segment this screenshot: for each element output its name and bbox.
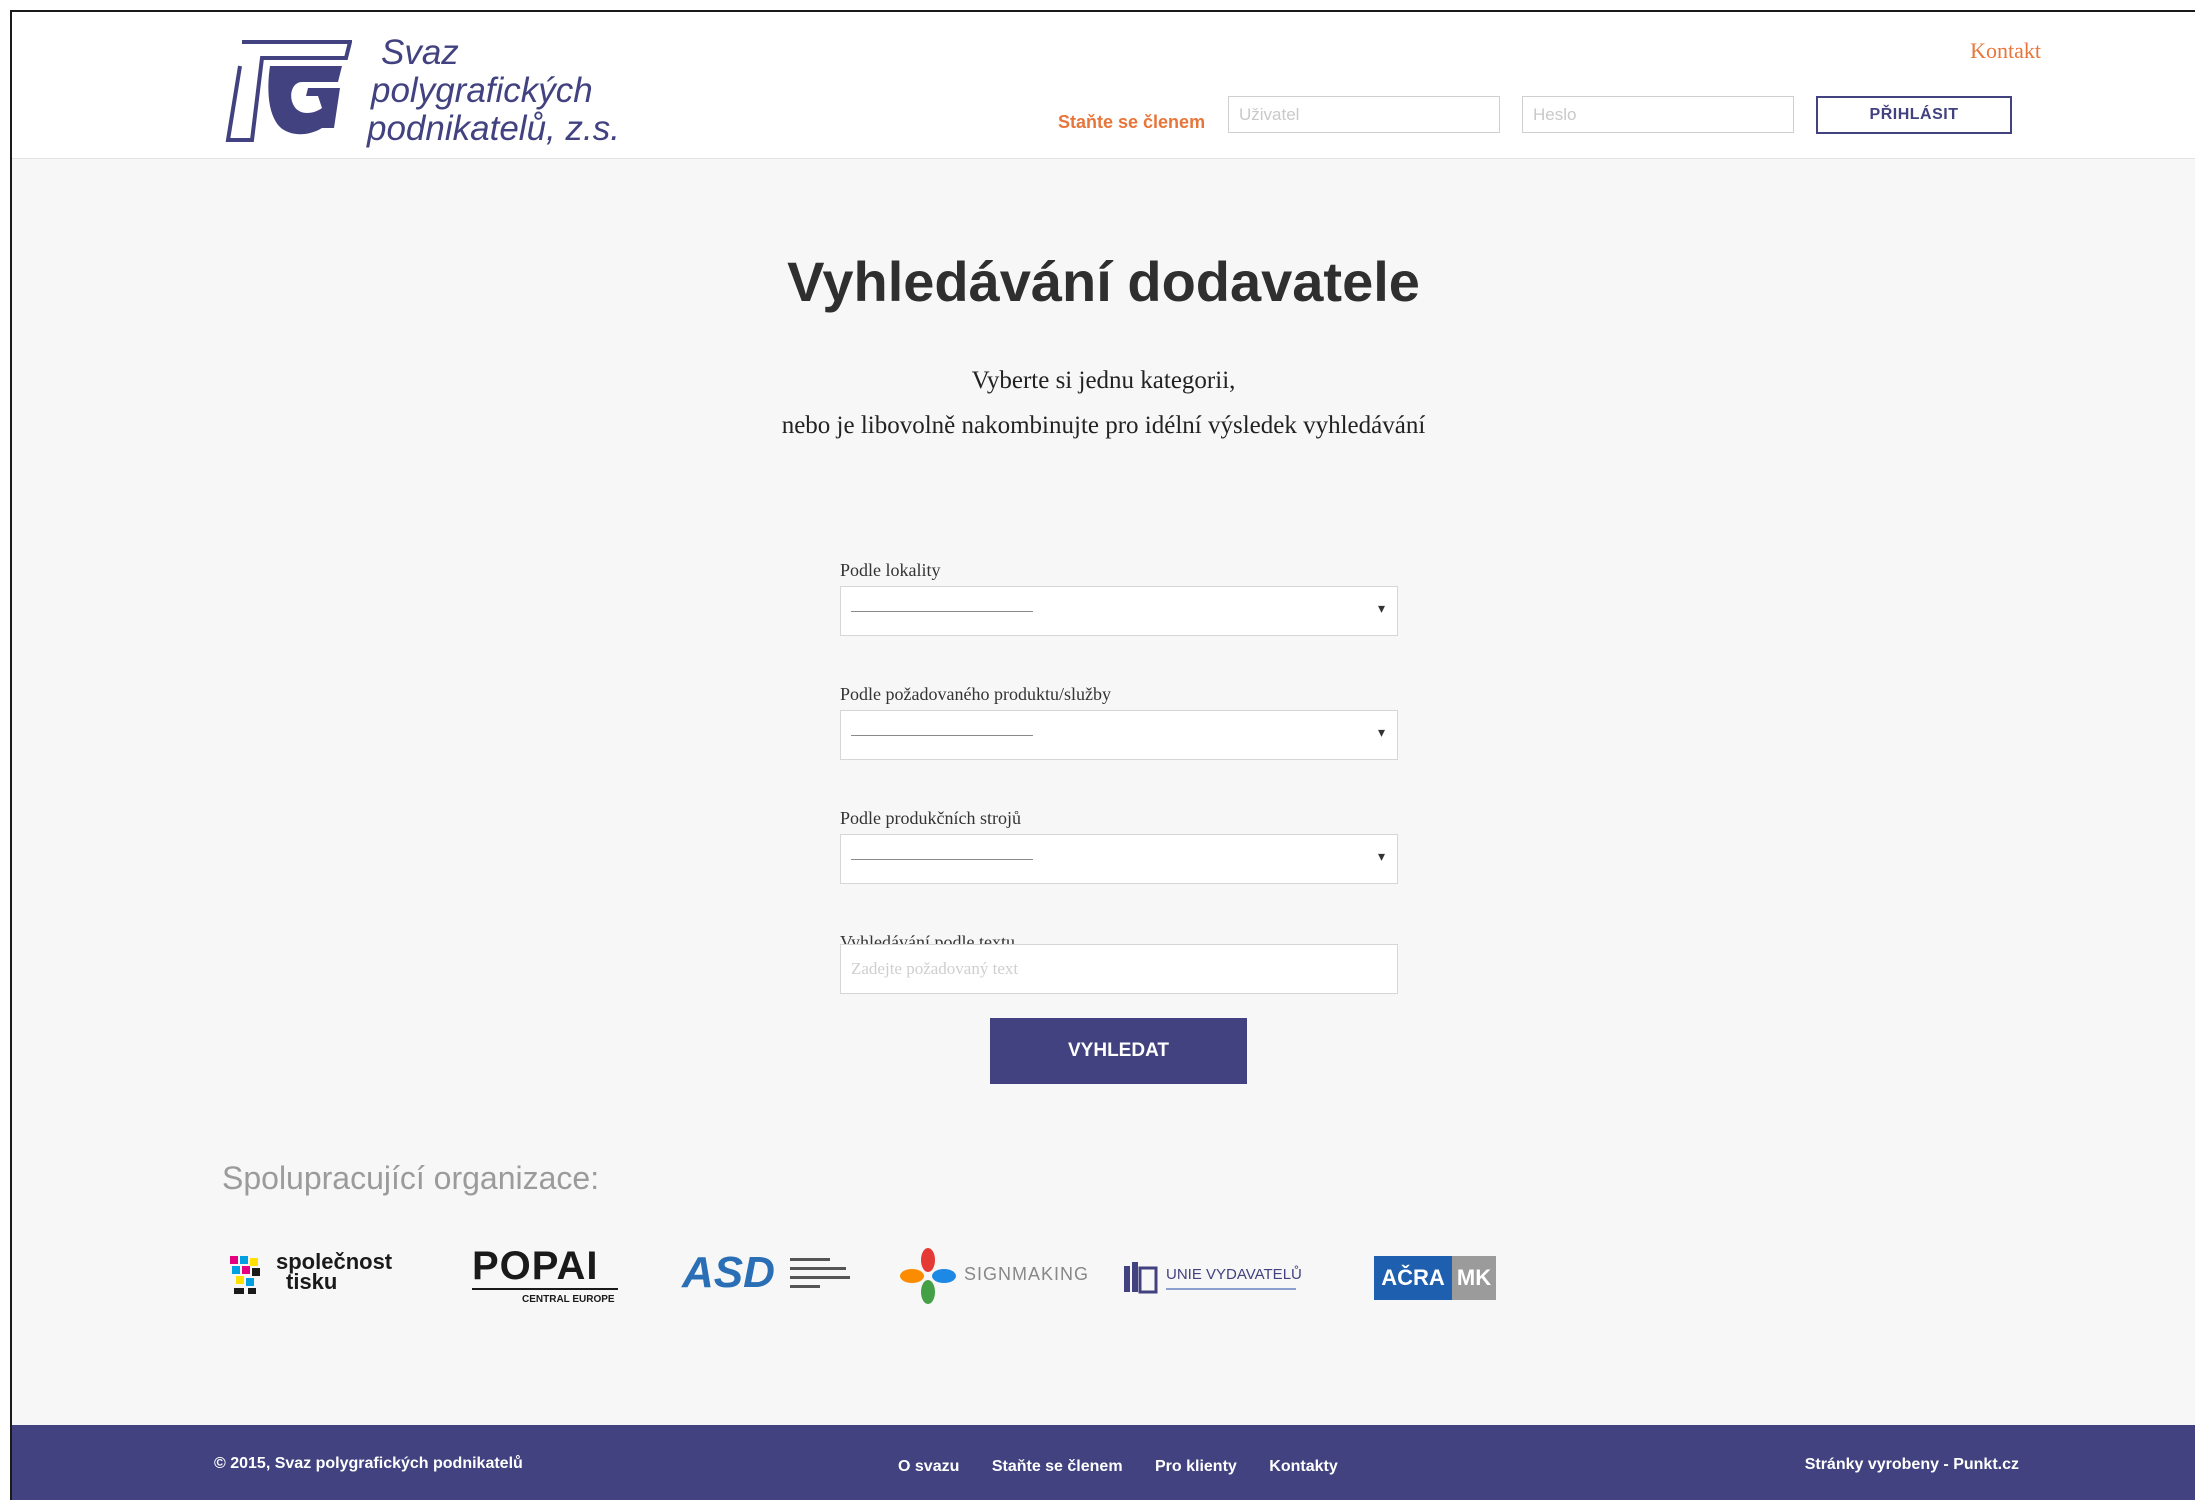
- machines-label: Podle produkčních strojů: [840, 808, 1021, 828]
- partner-logo-signmaking[interactable]: SIGNMAKING: [898, 1242, 1088, 1312]
- footer-link-pro-klienty[interactable]: Pro klienty: [1155, 1458, 1237, 1475]
- popai-divider: [472, 1288, 618, 1290]
- product-service-select[interactable]: ▾: [840, 710, 1398, 760]
- unie-tagline: [1166, 1288, 1296, 1290]
- product-service-label: Podle požadovaného produktu/služby: [840, 684, 1111, 704]
- mk-text: MK: [1452, 1256, 1496, 1300]
- footer-link-stante-se-clenem[interactable]: Staňte se členem: [992, 1458, 1123, 1475]
- location-select[interactable]: ▾: [840, 586, 1398, 636]
- asd-tagline: [790, 1258, 850, 1288]
- page-title: Vyhledávání dodavatele: [787, 250, 1420, 313]
- username-input[interactable]: [1228, 96, 1500, 133]
- text-search-input[interactable]: [840, 944, 1398, 994]
- svaz-logo-icon: [225, 40, 352, 142]
- cmyk-dots-icon: [230, 1256, 260, 1294]
- contact-link[interactable]: Kontakt: [1970, 38, 2041, 64]
- logo-line-3: podnikatelů, z.s.: [367, 109, 620, 148]
- partner-logo-asd[interactable]: ASD: [682, 1242, 862, 1312]
- site-header: Svaz polygrafických podnikatelů, z.s. Ko…: [12, 12, 2195, 159]
- popai-text: POPAI: [472, 1244, 599, 1288]
- partner-logo-unie-vydavatelu[interactable]: UNIE VYDAVATELŮ: [1122, 1242, 1312, 1312]
- acra-text: AČRA: [1374, 1256, 1452, 1300]
- site-logo[interactable]: Svaz polygrafických podnikatelů, z.s.: [222, 28, 642, 158]
- password-input[interactable]: [1522, 96, 1794, 133]
- page-frame: Svaz polygrafických podnikatelů, z.s. Ko…: [10, 10, 2195, 1500]
- dropdown-arrow-icon: ▾: [1377, 600, 1385, 616]
- footer-credit[interactable]: Stránky vyrobeny - Punkt.cz: [1805, 1456, 2019, 1474]
- login-button[interactable]: PŘIHLÁSIT: [1816, 96, 2012, 134]
- partner-line: tisku: [286, 1269, 338, 1294]
- partners-heading: Spolupracující organizace:: [222, 1160, 600, 1196]
- search-button[interactable]: VYHLEDAT: [990, 1018, 1247, 1084]
- logo-line-2: polygrafických: [371, 71, 593, 110]
- site-footer: © 2015, Svaz polygrafických podnikatelů …: [12, 1425, 2195, 1500]
- footer-link-kontakty[interactable]: Kontakty: [1269, 1458, 1337, 1475]
- unie-books-icon: [1124, 1262, 1158, 1294]
- machines-select[interactable]: ▾: [840, 834, 1398, 884]
- popai-sub: CENTRAL EUROPE: [522, 1294, 615, 1305]
- location-label: Podle lokality: [840, 560, 941, 580]
- dropdown-arrow-icon: ▾: [1377, 724, 1385, 740]
- page-subtitle: Vyberte si jednu kategorii, nebo je libo…: [12, 358, 2195, 448]
- signmaking-text: SIGNMAKING: [964, 1264, 1090, 1284]
- subtitle-line-2: nebo je libovolně nakombinujte pro idéln…: [781, 412, 1426, 439]
- dropdown-arrow-icon: ▾: [1377, 848, 1385, 864]
- partner-text: společnost tisku: [276, 1251, 392, 1294]
- select-placeholder-line: [851, 611, 1033, 612]
- footer-copyright: © 2015, Svaz polygrafických podnikatelů: [214, 1455, 523, 1472]
- footer-link-o-svazu[interactable]: O svazu: [898, 1458, 959, 1475]
- select-placeholder-line: [851, 735, 1033, 736]
- signmaking-petals-icon: [900, 1248, 956, 1304]
- partner-logo-spolecnost-tisku[interactable]: společnost tisku: [226, 1242, 416, 1312]
- select-placeholder-line: [851, 859, 1033, 860]
- logo-line-1: Svaz: [381, 33, 459, 72]
- footer-nav: O svazu Staňte se členem Pro klienty Kon…: [898, 1458, 1366, 1476]
- partner-logo-popai[interactable]: POPAI CENTRAL EUROPE: [472, 1242, 622, 1312]
- unie-text: UNIE VYDAVATELŮ: [1166, 1266, 1302, 1283]
- logo-text: Svaz polygrafických podnikatelů, z.s.: [367, 34, 620, 148]
- subtitle-line-1: Vyberte si jednu kategorii,: [971, 367, 1236, 394]
- become-member-link[interactable]: Staňte se členem: [1058, 112, 1205, 133]
- asd-text: ASD: [682, 1248, 775, 1297]
- partner-logo-acra-mk[interactable]: AČRA MK: [1374, 1242, 1499, 1312]
